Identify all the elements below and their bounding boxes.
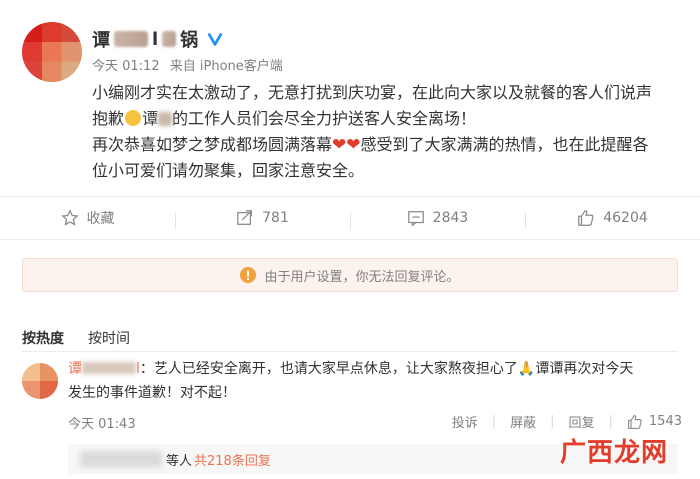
verified-badge-icon	[207, 32, 223, 46]
comment-line: 发生的事件道歉！对不起！	[68, 385, 236, 401]
comment-count: 2843	[432, 210, 469, 226]
divider	[22, 351, 678, 352]
separator: |	[491, 414, 497, 429]
avatar[interactable]	[22, 22, 82, 82]
post-meta: 今天 01:12 来自 iPhone客户端	[92, 55, 289, 74]
comment-line: 谭 l：艺人已经安全离开，也请大家早点休息，让大家熬夜担心了🙏谭谭再次对今天	[68, 361, 634, 377]
comment-like-button[interactable]: 1543	[627, 414, 682, 430]
favorite-button[interactable]: 收藏	[0, 208, 175, 228]
post-source: 来自 iPhone客户端	[169, 59, 283, 74]
watermark: 广西龙网	[559, 438, 668, 468]
notice-text: 由于用户设置，你无法回复评论。	[264, 269, 460, 285]
post-time[interactable]: 今天 01:12	[92, 59, 160, 74]
comment-time: 今天 01:43	[68, 417, 136, 432]
username-blurred	[162, 31, 177, 47]
share-button[interactable]: 781	[175, 209, 350, 229]
post-text: 小编刚才实在太激动了，无意打扰到庆功宴，在此向大家以及就餐的客人们说声 抱歉谭的…	[92, 80, 692, 184]
post-line: 再次恭喜如梦之梦成都场圆满落幕❤❤感受到了大家满满的热情，也在此提醒各	[92, 135, 649, 155]
share-icon	[237, 210, 253, 225]
username-part: 锅	[180, 30, 199, 51]
comment-body: 谭 l：艺人已经安全离开，也请大家早点休息，让大家熬夜担心了🙏谭谭再次对今天 发生…	[68, 357, 688, 405]
reply-disabled-notice: 由于用户设置，你无法回复评论。	[22, 258, 678, 292]
comment-icon	[407, 211, 424, 227]
crying-emoji-icon	[125, 110, 142, 126]
thumbs-up-icon	[627, 414, 642, 429]
post-line: 抱歉谭的工作人员们会尽全力护送客人安全离场！	[92, 109, 477, 128]
separator: |	[550, 414, 555, 429]
like-button[interactable]: 46204	[525, 209, 700, 229]
sort-tabs: 按热度 按时间	[22, 328, 130, 348]
report-button[interactable]: 投诉	[452, 412, 478, 431]
reply-button[interactable]: 回复	[569, 412, 595, 431]
blurred-text	[82, 362, 136, 374]
favorite-label: 收藏	[86, 211, 115, 227]
username-blurred	[114, 31, 148, 47]
share-count: 781	[262, 210, 289, 226]
star-icon	[60, 209, 79, 226]
tab-time[interactable]: 按时间	[88, 328, 130, 348]
post-line: 位小可爱们请勿聚集，回家注意安全。	[92, 161, 365, 180]
post-line: 小编刚才实在太激动了，无意打扰到庆功宴，在此向大家以及就餐的客人们说声	[92, 83, 653, 102]
comment-like-count: 1543	[648, 414, 682, 429]
commenter-avatar[interactable]	[22, 363, 58, 399]
pray-emoji-icon: 🙏	[517, 361, 536, 377]
separator: |	[608, 414, 613, 429]
block-button[interactable]: 屏蔽	[510, 412, 536, 431]
action-bar: 收藏 781 2843 46204	[0, 196, 700, 240]
username-part: l	[152, 28, 159, 50]
tab-hot[interactable]: 按热度	[22, 328, 64, 348]
view-replies-link[interactable]: 共218条回复	[194, 450, 271, 469]
thumbs-up-icon	[578, 210, 594, 226]
blurred-text	[158, 112, 173, 126]
username[interactable]: 谭 l 锅	[92, 26, 224, 52]
heart-emoji-icon: ❤❤	[332, 135, 361, 155]
warning-icon	[240, 267, 257, 283]
like-count: 46204	[603, 210, 648, 226]
comment-actions: 投诉 | 屏蔽 | 回复 | 1543	[452, 412, 682, 431]
commenter-name[interactable]: 谭l	[68, 361, 140, 377]
comment-button[interactable]: 2843	[350, 209, 525, 229]
username-part: 谭	[92, 30, 110, 51]
replies-suffix: 等人	[166, 453, 193, 469]
blurred-text	[80, 451, 162, 467]
